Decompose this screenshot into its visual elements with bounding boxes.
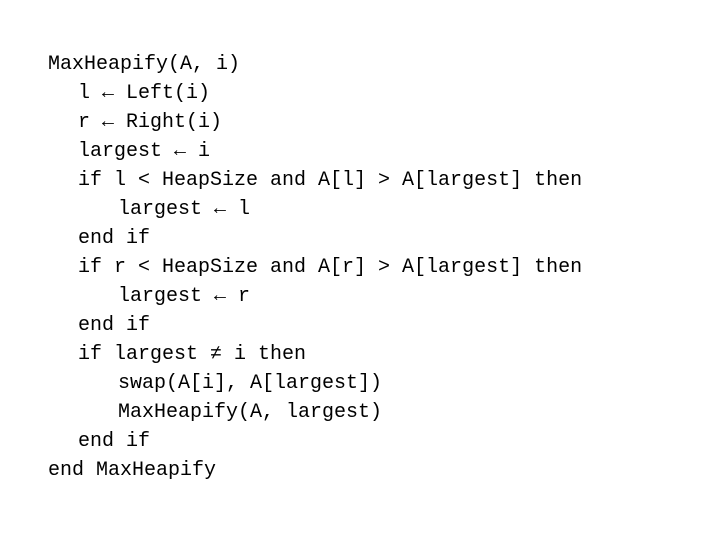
code-line: if r < HeapSize and A[r] > A[largest] th… bbox=[78, 256, 583, 279]
code-line: end MaxHeapify bbox=[48, 459, 217, 482]
code-line: MaxHeapify(A, i) bbox=[48, 53, 241, 76]
code-line: end if bbox=[78, 430, 151, 453]
code-line: if largest ≠ i then bbox=[78, 343, 307, 366]
code-line: swap(A[i], A[largest]) bbox=[118, 372, 383, 395]
code-line: r ← Right(i) bbox=[78, 111, 223, 134]
code-line: l ← Left(i) bbox=[78, 82, 211, 105]
pseudocode-listing: MaxHeapify(A, i) l ← Left(i) r ← Right(i) l… bbox=[48, 50, 688, 485]
code-line: end if bbox=[78, 314, 151, 337]
code-line: largest ← r bbox=[118, 285, 251, 308]
code-line: if l < HeapSize and A[l] > A[largest] th… bbox=[78, 169, 583, 192]
code-line: largest ← l bbox=[118, 198, 251, 221]
code-line: end if bbox=[78, 227, 151, 250]
code-line: MaxHeapify(A, largest) bbox=[118, 401, 383, 424]
code-line: largest ← i bbox=[78, 140, 211, 163]
